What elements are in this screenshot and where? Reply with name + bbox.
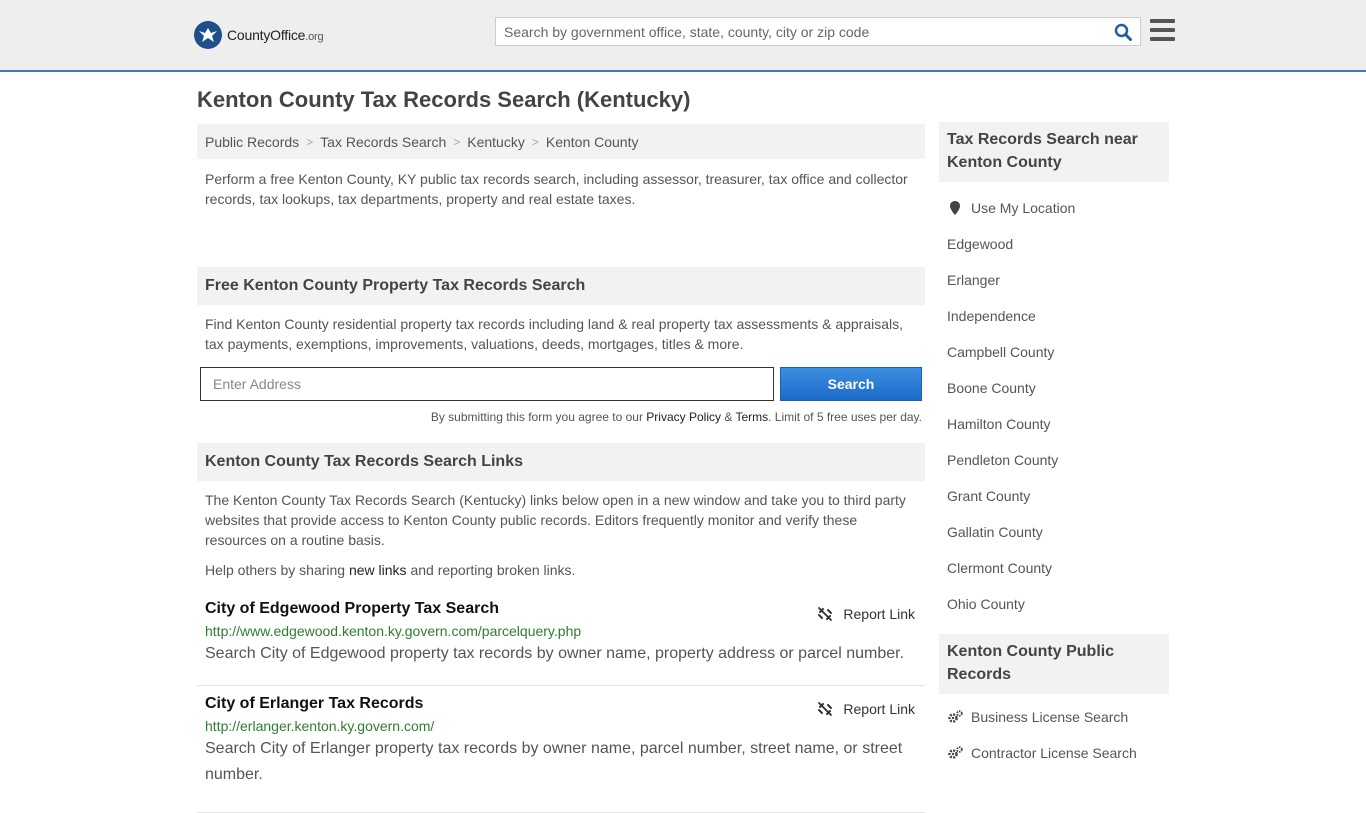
hamburger-menu-icon[interactable]	[1150, 19, 1175, 41]
sidebar-link[interactable]: Pendleton County	[947, 452, 1058, 468]
sidebar-link[interactable]: Independence	[947, 308, 1036, 324]
privacy-policy-link[interactable]: Privacy Policy	[646, 410, 721, 424]
sidebar-item-erlanger[interactable]: Erlanger	[947, 262, 1169, 298]
breadcrumb-separator: >	[531, 134, 539, 149]
report-link-button[interactable]: Report Link	[817, 606, 915, 622]
sidebar-link[interactable]: Edgewood	[947, 236, 1013, 252]
sidebar-link[interactable]: Clermont County	[947, 560, 1052, 576]
report-link-label: Report Link	[843, 701, 915, 717]
breadcrumb-public-records[interactable]: Public Records	[205, 134, 299, 150]
sidebar-item-edgewood[interactable]: Edgewood	[947, 226, 1169, 262]
breadcrumb-kentucky[interactable]: Kentucky	[467, 134, 525, 150]
address-search-form: Search	[197, 367, 925, 401]
resource-description: Search City of Erlanger property tax rec…	[205, 740, 903, 783]
sidebar-link[interactable]: Hamilton County	[947, 416, 1051, 432]
sidebar-item-ohio-county[interactable]: Ohio County	[947, 586, 1169, 622]
nearby-list: Use My Location Edgewood Erlanger Indepe…	[939, 190, 1169, 622]
address-input[interactable]	[200, 367, 774, 401]
report-link-button[interactable]: Report Link	[817, 701, 915, 717]
sidebar-item-pendleton-county[interactable]: Pendleton County	[947, 442, 1169, 478]
report-link-label: Report Link	[843, 606, 915, 622]
sidebar-link[interactable]: Gallatin County	[947, 524, 1043, 540]
links-section-description: The Kenton County Tax Records Search (Ke…	[205, 492, 906, 548]
sidebar-link[interactable]: Erlanger	[947, 272, 1000, 288]
resource-url: http://www.edgewood.kenton.ky.govern.com…	[205, 623, 582, 639]
logo-text: CountyOffice.org	[227, 27, 324, 43]
sidebar-item-clermont-county[interactable]: Clermont County	[947, 550, 1169, 586]
logo-name: CountyOffice	[227, 27, 306, 43]
public-records-list: Business License Search Contractor Licen…	[939, 699, 1169, 771]
sidebar-link[interactable]: Boone County	[947, 380, 1036, 396]
disclaimer-text: By submitting this form you agree to our	[430, 410, 643, 424]
property-search-description: Find Kenton County residential property …	[205, 316, 904, 352]
nearby-heading: Tax Records Search near Kenton County	[939, 122, 1169, 182]
terms-link[interactable]: Terms	[735, 410, 768, 424]
sidebar-link[interactable]: Campbell County	[947, 344, 1054, 360]
site-search-input[interactable]	[496, 18, 1106, 45]
sidebar-item-gallatin-county[interactable]: Gallatin County	[947, 514, 1169, 550]
sidebar-item-boone-county[interactable]: Boone County	[947, 370, 1169, 406]
new-links-link[interactable]: new links	[349, 562, 407, 578]
sidebar-item-hamilton-county[interactable]: Hamilton County	[947, 406, 1169, 442]
resource-title-link[interactable]: City of Edgewood Property Tax Search	[205, 600, 499, 617]
breadcrumb-kenton-county[interactable]: Kenton County	[546, 134, 639, 150]
map-pin-icon	[950, 201, 960, 215]
resource-url: http://erlanger.kenton.ky.govern.com/	[205, 718, 435, 734]
eagle-seal-icon	[194, 21, 222, 49]
intro-text: Perform a free Kenton County, KY public …	[205, 171, 908, 207]
broken-link-icon	[818, 702, 833, 716]
breadcrumb-separator: >	[306, 134, 314, 149]
public-records-heading: Kenton County Public Records	[939, 634, 1169, 694]
property-search-heading: Free Kenton County Property Tax Records …	[197, 267, 925, 305]
main-content: Public Records > Tax Records Search > Ke…	[197, 124, 925, 813]
broken-link-icon	[818, 607, 833, 621]
sidebar-link[interactable]: Grant County	[947, 488, 1030, 504]
breadcrumb-separator: >	[453, 134, 461, 149]
page-title: Kenton County Tax Records Search (Kentuc…	[197, 87, 691, 112]
sidebar: Tax Records Search near Kenton County Us…	[939, 122, 1169, 771]
sidebar-item-campbell-county[interactable]: Campbell County	[947, 334, 1169, 370]
breadcrumb: Public Records > Tax Records Search > Ke…	[197, 124, 925, 159]
resource-description: Search City of Edgewood property tax rec…	[205, 645, 905, 662]
help-text-pre: Help others by sharing	[205, 562, 346, 578]
disclaimer-amp: &	[724, 410, 733, 424]
help-text-post: and reporting broken links.	[410, 562, 576, 578]
sidebar-item-independence[interactable]: Independence	[947, 298, 1169, 334]
use-my-location-link[interactable]: Use My Location	[971, 200, 1075, 216]
gears-icon	[948, 710, 963, 723]
sidebar-item-business-license[interactable]: Business License Search	[947, 699, 1169, 735]
sidebar-link[interactable]: Ohio County	[947, 596, 1025, 612]
list-item: Report Link City of Erlanger Tax Records…	[197, 695, 925, 813]
gears-icon	[948, 746, 963, 759]
address-search-button[interactable]: Search	[780, 367, 922, 401]
search-icon[interactable]	[1106, 18, 1140, 45]
site-header: CountyOffice.org	[0, 0, 1366, 72]
sidebar-item-grant-county[interactable]: Grant County	[947, 478, 1169, 514]
logo-suffix: .org	[305, 31, 324, 43]
sidebar-item-contractor-license[interactable]: Contractor License Search	[947, 735, 1169, 771]
links-section-heading: Kenton County Tax Records Search Links	[197, 443, 925, 481]
sidebar-link[interactable]: Business License Search	[971, 709, 1128, 725]
disclaimer-limit-text: . Limit of 5 free uses per day.	[768, 410, 922, 424]
list-item: Report Link City of Edgewood Property Ta…	[197, 600, 925, 686]
form-disclaimer: By submitting this form you agree to our…	[197, 410, 925, 424]
help-text: Help others by sharing new links and rep…	[197, 560, 925, 580]
site-logo[interactable]: CountyOffice.org	[194, 20, 324, 50]
site-search	[495, 17, 1141, 46]
use-location-item[interactable]: Use My Location	[947, 190, 1169, 226]
resource-title-link[interactable]: City of Erlanger Tax Records	[205, 695, 423, 712]
breadcrumb-tax-records-search[interactable]: Tax Records Search	[320, 134, 446, 150]
sidebar-link[interactable]: Contractor License Search	[971, 745, 1137, 761]
